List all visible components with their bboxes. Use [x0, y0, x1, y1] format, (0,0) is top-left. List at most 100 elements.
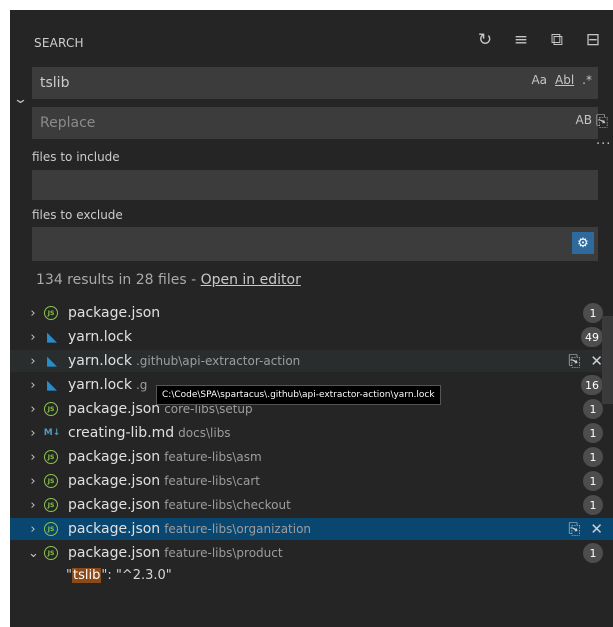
yarn-file-icon: ◣: [47, 353, 57, 369]
header-actions: ↻ ≡ ⧉ ⊟: [473, 26, 605, 56]
file-path-text: feature-libs\product: [164, 546, 283, 560]
chevron-right-icon[interactable]: ›: [28, 498, 38, 513]
file-path-text: docs\libs: [178, 426, 231, 440]
clear-results-icon[interactable]: ≡: [509, 26, 533, 54]
new-search-editor-icon[interactable]: ⧉: [545, 26, 569, 54]
refresh-icon[interactable]: ↻: [473, 26, 497, 54]
markdown-file-icon: M↓: [43, 428, 61, 438]
result-file-name: yarn.lock .github\api-extractor-action: [68, 353, 300, 369]
file-name-text: yarn.lock: [68, 377, 132, 393]
json-file-icon: JS: [44, 546, 58, 560]
replace-input[interactable]: Replace AB: [32, 107, 598, 139]
file-path-text: feature-libs\organization: [164, 522, 312, 536]
result-file-name: package.json feature-libs\product: [68, 545, 283, 561]
json-file-icon: JS: [44, 522, 58, 536]
match-count-badge: 16: [581, 375, 603, 395]
replace-options: AB: [576, 113, 592, 127]
match-count-badge: 1: [583, 447, 603, 467]
match-case-icon[interactable]: Aa: [531, 73, 547, 87]
replace-all-icon[interactable]: ⎘: [596, 112, 608, 130]
result-file-row[interactable]: › JS package.json feature-libs\asm 1: [10, 446, 613, 468]
result-file-row[interactable]: › JS package.json feature-libs\cart 1: [10, 470, 613, 492]
file-name-text: creating-lib.md: [68, 425, 175, 441]
use-exclude-settings-icon[interactable]: ⚙: [572, 232, 594, 254]
toggle-replace-chevron-icon[interactable]: ⌄: [13, 92, 28, 107]
result-file-name: package.json feature-libs\asm: [68, 449, 262, 465]
result-file-row[interactable]: ⌄ JS package.json feature-libs\product 1: [10, 542, 613, 564]
json-file-icon: JS: [44, 306, 58, 320]
json-file-icon: JS: [44, 402, 58, 416]
chevron-right-icon[interactable]: ›: [28, 426, 38, 441]
chevron-right-icon[interactable]: ›: [28, 522, 38, 537]
yarn-file-icon: ◣: [47, 377, 57, 393]
file-name-text: package.json: [68, 497, 161, 513]
result-file-name: package.json feature-libs\checkout: [68, 497, 291, 513]
chevron-down-icon[interactable]: ⌄: [28, 546, 39, 561]
match-count-badge: 1: [583, 423, 603, 443]
chevron-right-icon[interactable]: ›: [28, 306, 38, 321]
match-count-badge: 1: [583, 471, 603, 491]
replace-all-in-file-icon[interactable]: ⎘: [568, 352, 580, 370]
include-input[interactable]: [32, 170, 598, 200]
file-path-text: feature-libs\cart: [164, 474, 261, 488]
results-count-text: 134 results in 28 files -: [36, 272, 201, 288]
match-rest: ": "^2.3.0": [101, 568, 172, 583]
replace-placeholder: Replace: [40, 115, 96, 131]
file-name-text: yarn.lock: [68, 353, 132, 369]
open-in-editor-link[interactable]: Open in editor: [201, 272, 301, 288]
file-path-text: feature-libs\checkout: [164, 498, 291, 512]
result-file-row[interactable]: › ◣ yarn.lock .github\api-extractor-action ⎘…: [10, 350, 613, 372]
dismiss-icon[interactable]: ✕: [590, 520, 603, 538]
result-file-row[interactable]: › JS package.json feature-libs\organization…: [10, 518, 613, 540]
result-file-name: creating-lib.md docs\libs: [68, 425, 231, 441]
yarn-file-icon: ◣: [47, 329, 57, 345]
toggle-search-details-icon[interactable]: ···: [596, 137, 611, 152]
result-file-name: yarn.lock: [68, 329, 132, 345]
match-highlight: tslib: [71, 568, 102, 583]
json-file-icon: JS: [44, 498, 58, 512]
file-path-text: .g: [135, 378, 148, 392]
json-file-icon: JS: [44, 474, 58, 488]
scrollbar-thumb[interactable]: [602, 316, 613, 404]
include-label: files to include: [32, 150, 120, 164]
chevron-right-icon[interactable]: ›: [28, 330, 38, 345]
result-file-name: yarn.lock .g: [68, 377, 147, 393]
result-file-row[interactable]: › M↓ creating-lib.md docs\libs 1: [10, 422, 613, 444]
file-name-text: package.json: [68, 401, 161, 417]
chevron-right-icon[interactable]: ›: [28, 474, 38, 489]
exclude-input[interactable]: ⚙: [32, 227, 598, 261]
search-options: Aa Abl .*: [531, 73, 592, 87]
panel-title: SEARCH: [34, 36, 84, 50]
chevron-right-icon[interactable]: ›: [28, 378, 38, 393]
file-name-text: package.json: [68, 449, 161, 465]
match-count-badge: 1: [583, 399, 603, 419]
result-file-name: package.json feature-libs\cart: [68, 473, 260, 489]
match-count-badge: 49: [581, 327, 603, 347]
use-regex-icon[interactable]: .*: [582, 73, 592, 87]
file-name-text: package.json: [68, 545, 161, 561]
match-line-text: "tslib": "^2.3.0": [66, 568, 172, 583]
replace-all-in-file-icon[interactable]: ⎘: [568, 520, 580, 538]
exclude-label: files to exclude: [32, 208, 123, 222]
search-input[interactable]: tslib Aa Abl .*: [32, 67, 598, 99]
chevron-right-icon[interactable]: ›: [28, 354, 38, 369]
result-file-row[interactable]: › JS package.json 1: [10, 302, 613, 324]
json-file-icon: JS: [44, 450, 58, 464]
search-input-value: tslib: [40, 75, 70, 91]
row-actions: ⎘ ✕: [568, 352, 603, 370]
result-file-row[interactable]: › ◣ yarn.lock 49: [10, 326, 613, 348]
chevron-right-icon[interactable]: ›: [28, 450, 38, 465]
match-count-badge: 1: [583, 495, 603, 515]
row-actions: ⎘ ✕: [568, 520, 603, 538]
match-line[interactable]: "tslib": "^2.3.0": [10, 566, 613, 588]
preserve-case-icon[interactable]: AB: [576, 113, 592, 127]
file-name-text: package.json: [68, 305, 161, 321]
search-panel: SEARCH ↻ ≡ ⧉ ⊟ ⌄ tslib Aa Abl .* Replace…: [10, 10, 613, 627]
match-whole-word-icon[interactable]: Abl: [555, 73, 574, 87]
file-name-text: package.json: [68, 521, 161, 537]
result-file-row[interactable]: › JS package.json feature-libs\checkout 1: [10, 494, 613, 516]
result-file-name: package.json feature-libs\organization: [68, 521, 311, 537]
collapse-all-icon[interactable]: ⊟: [581, 26, 605, 54]
match-count-badge: 1: [583, 303, 603, 323]
chevron-right-icon[interactable]: ›: [28, 402, 38, 417]
